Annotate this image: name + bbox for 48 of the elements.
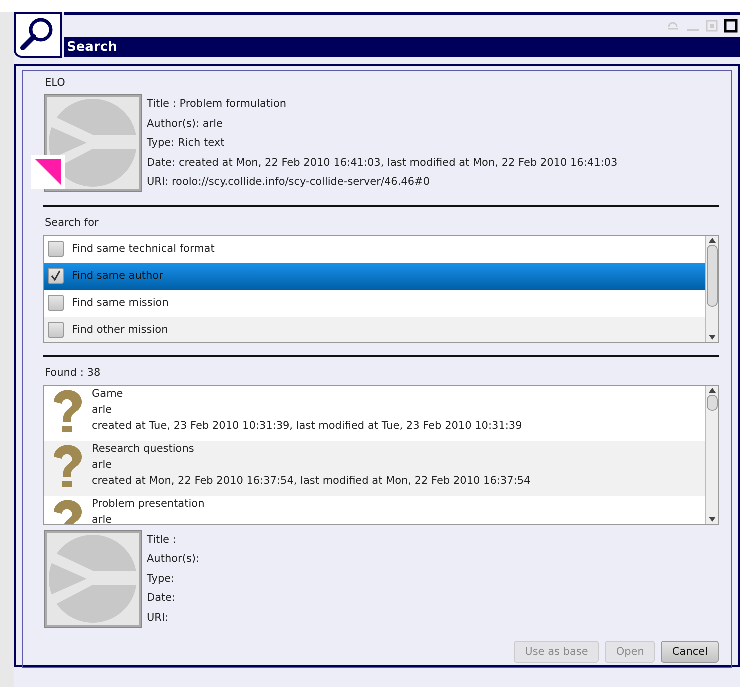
option-label: Find same technical format [72,243,215,255]
option-label: Find other mission [72,324,168,336]
collapse-icon[interactable] [666,21,680,31]
results-count: Found : 38 [45,366,102,380]
result-title[interactable]: Research questions [92,440,531,456]
info-text: URI: roolo://scy.collide.info/scy-collide-server/46.46#0 [147,175,432,190]
info-text: Author(s): arle [147,116,224,132]
scroll-down-icon[interactable] [708,516,716,522]
flag-icon [31,155,65,189]
info-text: Type: Rich text [147,136,226,151]
info-label: Title : [147,532,178,548]
section-heading: ELO [45,77,66,91]
option-row[interactable]: Find other mission [44,316,705,342]
result-title[interactable]: Game [92,386,522,402]
result-dates: created at Tue, 23 Feb 2010 10:31:39, last modified at Tue, 23 Feb 2010 10:31:39 [92,418,522,434]
option-label: Find same mission [72,297,169,309]
info-label: URI: [147,610,170,626]
result-title[interactable]: Problem presentation [92,496,205,512]
option-row[interactable]: Find same technical format [44,236,705,262]
result-dates: created at Mon, 22 Feb 2010 16:37:54, last modified at Mon, 22 Feb 2010 16:37:54 [92,474,531,488]
scroll-up-icon[interactable] [708,388,716,392]
option-row[interactable]: Find same mission [44,290,705,316]
scroll-thumb[interactable] [706,394,718,410]
window-icon[interactable] [724,19,738,33]
result-author: arle [92,402,114,418]
result-author: arle [92,458,114,472]
checkbox[interactable] [48,241,64,257]
scrollbar[interactable] [705,236,718,342]
info-label: Author(s): [147,552,200,567]
info-label: Type: [147,572,176,586]
maximize-icon[interactable] [706,20,718,32]
checkbox[interactable] [48,268,64,284]
dialog-button[interactable]: Cancel [661,641,719,663]
checkbox[interactable] [48,295,64,311]
section-heading: Search for [45,216,100,230]
info-text: Title : Problem formulation [147,97,288,112]
scroll-thumb[interactable] [706,244,718,306]
scroll-up-icon[interactable] [708,238,716,242]
scrollbar[interactable] [705,386,718,524]
checkbox[interactable] [48,322,64,338]
window-title: Search [66,40,118,57]
info-text: Date: created at Mon, 22 Feb 2010 16:41:03, last modified at Mon, 22 Feb 2010 16:41:03 [147,156,618,170]
search-icon [14,12,62,58]
result-author: arle [92,512,114,524]
scroll-down-icon[interactable] [708,334,716,340]
option-row[interactable]: Find same author [44,262,705,290]
option-label: Find same author [72,270,164,282]
info-label: Date: [147,591,177,606]
